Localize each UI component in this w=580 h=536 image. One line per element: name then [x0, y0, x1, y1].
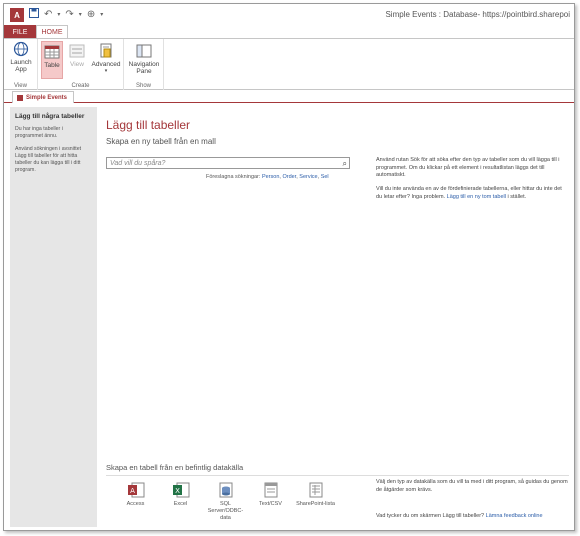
access-window: A ↶ ▾ ↷ ▾ ⊕ ▾ Simple Events : Database- … [3, 3, 575, 531]
window-title: Simple Events : Database- https://pointb… [385, 10, 570, 19]
data-source-help-text: Välj den typ av datakälla som du vill ta… [376, 479, 568, 493]
feedback-line: Vad tycker du om skärmen Lägg till tabel… [376, 513, 543, 519]
ribbon-group-show: Navigation Pane Show [124, 39, 164, 90]
navigation-pane-icon [136, 44, 152, 58]
source-access-label: Access [126, 501, 145, 507]
table-search-box[interactable]: Vad vill du spåra? ⌕ [106, 157, 350, 169]
database-icon [219, 482, 232, 498]
svg-text:X: X [175, 487, 180, 495]
launch-app-label: Launch App [10, 59, 32, 73]
page-title: Lägg till tabeller [106, 118, 191, 132]
search-input[interactable]: Vad vill du spåra? [110, 160, 165, 167]
left-pane-text-1: Du har inga tabeller i programmet ännu. [15, 126, 63, 139]
tab-file[interactable]: FILE [4, 25, 36, 39]
launch-app-button[interactable]: Launch App [6, 41, 36, 73]
left-info-pane: Lägg till några tabeller Du har inga tab… [10, 107, 97, 527]
document-tab-bar: Simple Events [4, 91, 574, 103]
source-excel-button[interactable]: X Excel [158, 481, 203, 522]
source-sql-label: SQL Server/ODBC-data [207, 501, 244, 521]
customize-qat-icon[interactable]: ▾ [100, 9, 103, 21]
existing-source-section-title: Skapa en tabell från en befintlig datakä… [106, 463, 244, 472]
advanced-button[interactable]: Advanced ▾ [90, 41, 122, 75]
blank-table-help-suffix: i stället. [507, 193, 527, 200]
table-label: Table [44, 62, 60, 69]
search-icon[interactable]: ⌕ [343, 159, 347, 169]
add-blank-table-link[interactable]: Lägg till en ny tom tabell [447, 194, 506, 200]
svg-text:A: A [130, 487, 135, 495]
suggestion-link-order[interactable]: Order [282, 174, 296, 180]
feedback-text: Vad tycker du om skärmen Lägg till tabel… [376, 513, 485, 519]
suggested-searches-label: Föreslagna sökningar: [206, 174, 261, 180]
suggestion-link-service[interactable]: Service [299, 174, 317, 180]
ribbon-tabs: FILE HOME [4, 25, 68, 39]
ribbon-group-create-label: Create [71, 83, 90, 89]
add-tables-panel: Lägg till tabeller Skapa en ny tabell fr… [99, 107, 574, 527]
navigation-pane-button[interactable]: Navigation Pane [126, 41, 162, 75]
blank-table-help: Vill du inte använda en av de fördefinie… [376, 186, 569, 201]
suggestion-link-sel[interactable]: Sel [321, 174, 329, 180]
advanced-dropdown-icon: ▾ [104, 68, 108, 74]
redo-icon[interactable]: ↷ [65, 9, 73, 21]
redo-dropdown-icon[interactable]: ▾ [79, 9, 82, 21]
quick-access-toolbar: A ↶ ▾ ↷ ▾ ⊕ ▾ [10, 8, 103, 22]
source-sharepoint-label: SharePoint-lista [296, 501, 335, 507]
source-sql-button[interactable]: SQL Server/ODBC-data [203, 481, 248, 522]
access-app-icon[interactable]: A [10, 8, 24, 22]
view-form-icon [69, 44, 85, 58]
source-sharepoint-button[interactable]: SharePoint-lista [293, 481, 338, 522]
save-icon[interactable] [29, 8, 39, 22]
source-text-csv-button[interactable]: Text/CSV [248, 481, 293, 522]
document-tab-icon [17, 94, 23, 101]
navigation-pane-label: Navigation Pane [128, 61, 160, 75]
table-icon [44, 45, 60, 59]
ribbon-group-view-label: View [14, 83, 27, 89]
view-button[interactable]: View [66, 41, 88, 68]
advanced-icon [100, 43, 112, 58]
source-text-csv-label: Text/CSV [259, 501, 282, 507]
title-bar: A ↶ ▾ ↷ ▾ ⊕ ▾ Simple Events : Database- … [4, 4, 574, 26]
advanced-label: Advanced [91, 61, 121, 68]
ribbon-group-create: Table View Advanced ▾ Create [38, 39, 124, 90]
source-excel-label: Excel [173, 501, 188, 507]
suggestion-link-person[interactable]: Person [262, 174, 279, 180]
document-tab-simple-events[interactable]: Simple Events [12, 91, 75, 103]
tab-home[interactable]: HOME [36, 25, 68, 39]
feedback-link[interactable]: Lämna feedback online [486, 513, 543, 519]
source-access-button[interactable]: A Access [113, 481, 158, 522]
undo-icon[interactable]: ↶ [44, 9, 52, 21]
access-icon: A [127, 482, 144, 498]
data-source-list: A Access X Excel SQL Server/ODBC-data Te… [113, 481, 338, 522]
sharepoint-list-icon [309, 482, 322, 498]
text-file-icon [264, 482, 277, 498]
table-button[interactable]: Table [41, 41, 63, 79]
ribbon-group-show-label: Show [135, 83, 151, 89]
section-divider [106, 475, 569, 476]
document-tab-label: Simple Events [26, 94, 68, 101]
ribbon: Launch App View Table View Advanced ▾ Cr… [4, 38, 574, 90]
suggested-searches: Föreslagna sökningar: Person, Order, Ser… [206, 174, 329, 180]
web-browser-icon[interactable]: ⊕ [87, 9, 95, 21]
search-help-text: Använd rutan Sök för att söka efter den … [376, 157, 560, 178]
globe-icon [13, 41, 29, 57]
undo-dropdown-icon[interactable]: ▾ [57, 9, 60, 21]
view-label: View [70, 61, 84, 68]
ribbon-group-view: Launch App View [4, 39, 38, 90]
left-pane-title: Lägg till några tabeller [15, 113, 85, 120]
left-pane-text-2: Använd sökningen i avsnittet Lägg till t… [15, 146, 82, 173]
template-section-title: Skapa en ny tabell från en mall [106, 137, 216, 146]
excel-icon: X [172, 482, 189, 498]
